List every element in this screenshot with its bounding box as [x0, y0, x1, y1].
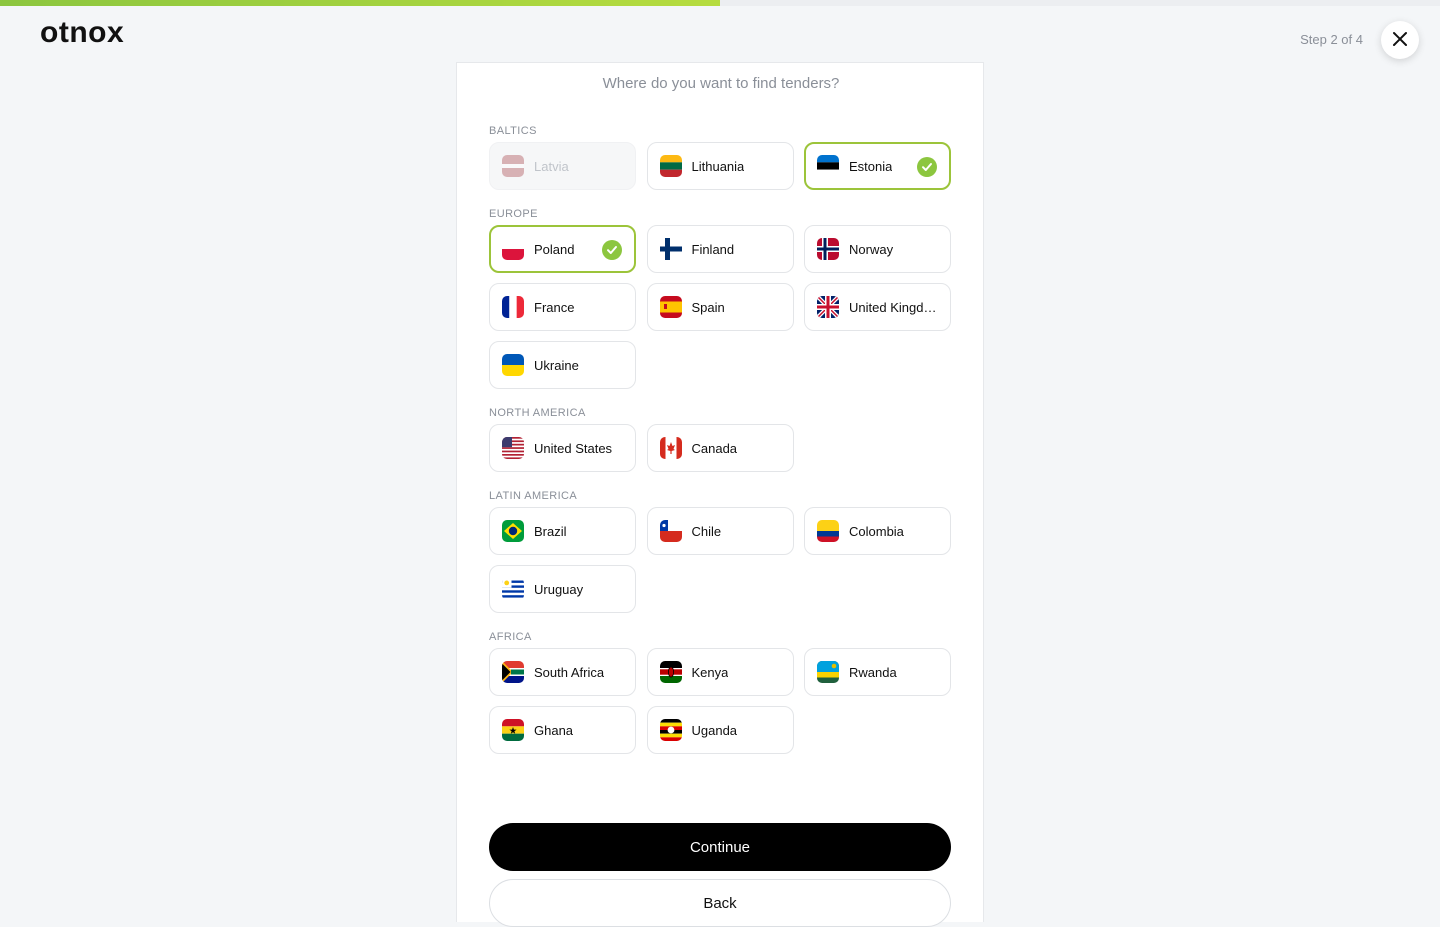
- country-option-rwanda[interactable]: Rwanda: [804, 648, 951, 696]
- uy-flag-icon: [502, 578, 524, 600]
- country-grid: South Africa Kenya Rwanda Ghana Uganda: [489, 648, 951, 754]
- ua-flag-icon: [502, 354, 524, 376]
- country-option-ukraine[interactable]: Ukraine: [489, 341, 636, 389]
- section-label: EUROPE: [489, 208, 538, 220]
- no-flag-icon: [817, 238, 839, 260]
- ug-flag-icon: [659, 719, 682, 741]
- country-grid: Latvia Lithuania Estonia: [489, 142, 951, 190]
- za-flag-icon: [502, 661, 524, 683]
- country-grid: Poland Finland Norway France Spain United Kin…: [489, 225, 951, 389]
- checkmark-icon: [917, 157, 937, 177]
- section-baltics: BALTICS Latvia Lithuania Estonia: [489, 125, 951, 190]
- country-option-south-africa[interactable]: South Africa: [489, 648, 636, 696]
- country-option-united-kingdom[interactable]: United Kingdom: [804, 283, 951, 331]
- fi-flag-icon: [659, 238, 682, 260]
- region-sections: BALTICS Latvia Lithuania Estonia EUROPE Polan…: [489, 125, 951, 772]
- country-option-ghana[interactable]: Ghana: [489, 706, 636, 754]
- country-option-colombia[interactable]: Colombia: [804, 507, 951, 555]
- country-label: Ukraine: [534, 357, 579, 373]
- gb-flag-icon: [817, 296, 839, 318]
- section-latin-america: LATIN AMERICA Brazil Chile Colombia Uruguay: [489, 490, 951, 613]
- country-label: Brazil: [534, 523, 567, 539]
- country-option-uruguay[interactable]: Uruguay: [489, 565, 636, 613]
- card-subtitle: Where do you want to find tenders?: [602, 75, 840, 92]
- country-option-france[interactable]: France: [489, 283, 636, 331]
- fr-flag-icon: [502, 296, 524, 318]
- country-option-estonia[interactable]: Estonia: [804, 142, 951, 190]
- country-option-latvia: Latvia: [489, 142, 636, 190]
- country-option-canada[interactable]: Canada: [646, 424, 794, 472]
- country-label: Ghana: [534, 722, 574, 738]
- country-option-poland[interactable]: Poland: [489, 225, 636, 273]
- ca-flag-icon: [659, 437, 682, 459]
- country-label: Latvia: [534, 158, 569, 174]
- country-label: United States: [534, 440, 613, 456]
- country-label: Chile: [691, 523, 722, 539]
- checkmark-icon: [602, 240, 622, 260]
- country-option-united-states[interactable]: United States: [489, 424, 636, 472]
- cl-flag-icon: [659, 520, 682, 542]
- country-option-brazil[interactable]: Brazil: [489, 507, 636, 555]
- country-label: Colombia: [849, 523, 904, 539]
- country-grid: United States Canada: [489, 424, 951, 472]
- section-north-america: NORTH AMERICA United States Canada: [489, 407, 951, 472]
- us-flag-icon: [502, 437, 524, 459]
- region-selection-card: Where do you want to find tenders? BALTI…: [456, 62, 984, 927]
- section-africa: AFRICA South Africa Kenya Rwanda Ghana Uganda: [489, 631, 951, 754]
- country-label: United Kingdom: [849, 299, 938, 315]
- country-label: Lithuania: [691, 158, 745, 174]
- country-label: Uganda: [691, 722, 738, 738]
- country-label: Spain: [691, 299, 725, 315]
- country-option-spain[interactable]: Spain: [646, 283, 794, 331]
- country-label: Uruguay: [534, 581, 584, 597]
- close-icon: [1392, 31, 1408, 50]
- country-label: France: [534, 299, 575, 315]
- ee-flag-icon: [817, 155, 839, 177]
- country-option-chile[interactable]: Chile: [646, 507, 794, 555]
- progress-fill: [0, 0, 720, 6]
- section-label: AFRICA: [489, 631, 532, 643]
- ke-flag-icon: [659, 661, 682, 683]
- country-label: South Africa: [534, 664, 605, 680]
- section-europe: EUROPE Poland Finland Norway France Spain Unit…: [489, 208, 951, 389]
- country-label: Finland: [691, 241, 735, 257]
- country-option-finland[interactable]: Finland: [646, 225, 794, 273]
- country-grid: Brazil Chile Colombia Uruguay: [489, 507, 951, 613]
- section-label: BALTICS: [489, 125, 537, 137]
- step-indicator: Step 2 of 4: [1300, 32, 1363, 47]
- progress-bar: [0, 0, 1440, 6]
- country-label: Poland: [534, 241, 575, 257]
- country-label: Rwanda: [849, 664, 897, 680]
- country-label: Norway: [849, 241, 894, 257]
- pl-flag-icon: [502, 238, 524, 260]
- section-label: NORTH AMERICA: [489, 407, 586, 419]
- country-option-kenya[interactable]: Kenya: [646, 648, 794, 696]
- es-flag-icon: [659, 296, 682, 318]
- lt-flag-icon: [659, 155, 682, 177]
- country-label: Canada: [691, 440, 738, 456]
- close-button[interactable]: [1381, 21, 1419, 59]
- top-bar: otnox Step 2 of 4: [0, 6, 1440, 62]
- country-option-lithuania[interactable]: Lithuania: [646, 142, 794, 190]
- logo: otnox: [40, 16, 125, 49]
- country-label: Estonia: [849, 158, 893, 174]
- section-label: LATIN AMERICA: [489, 490, 578, 502]
- country-option-uganda[interactable]: Uganda: [646, 706, 794, 754]
- co-flag-icon: [817, 520, 839, 542]
- back-button[interactable]: Back: [489, 879, 951, 927]
- br-flag-icon: [502, 520, 524, 542]
- gh-flag-icon: [502, 719, 524, 741]
- country-option-norway[interactable]: Norway: [804, 225, 951, 273]
- continue-button[interactable]: Continue: [489, 823, 951, 871]
- rw-flag-icon: [817, 661, 839, 683]
- country-label: Kenya: [691, 664, 729, 680]
- lv-flag-icon: [502, 155, 524, 177]
